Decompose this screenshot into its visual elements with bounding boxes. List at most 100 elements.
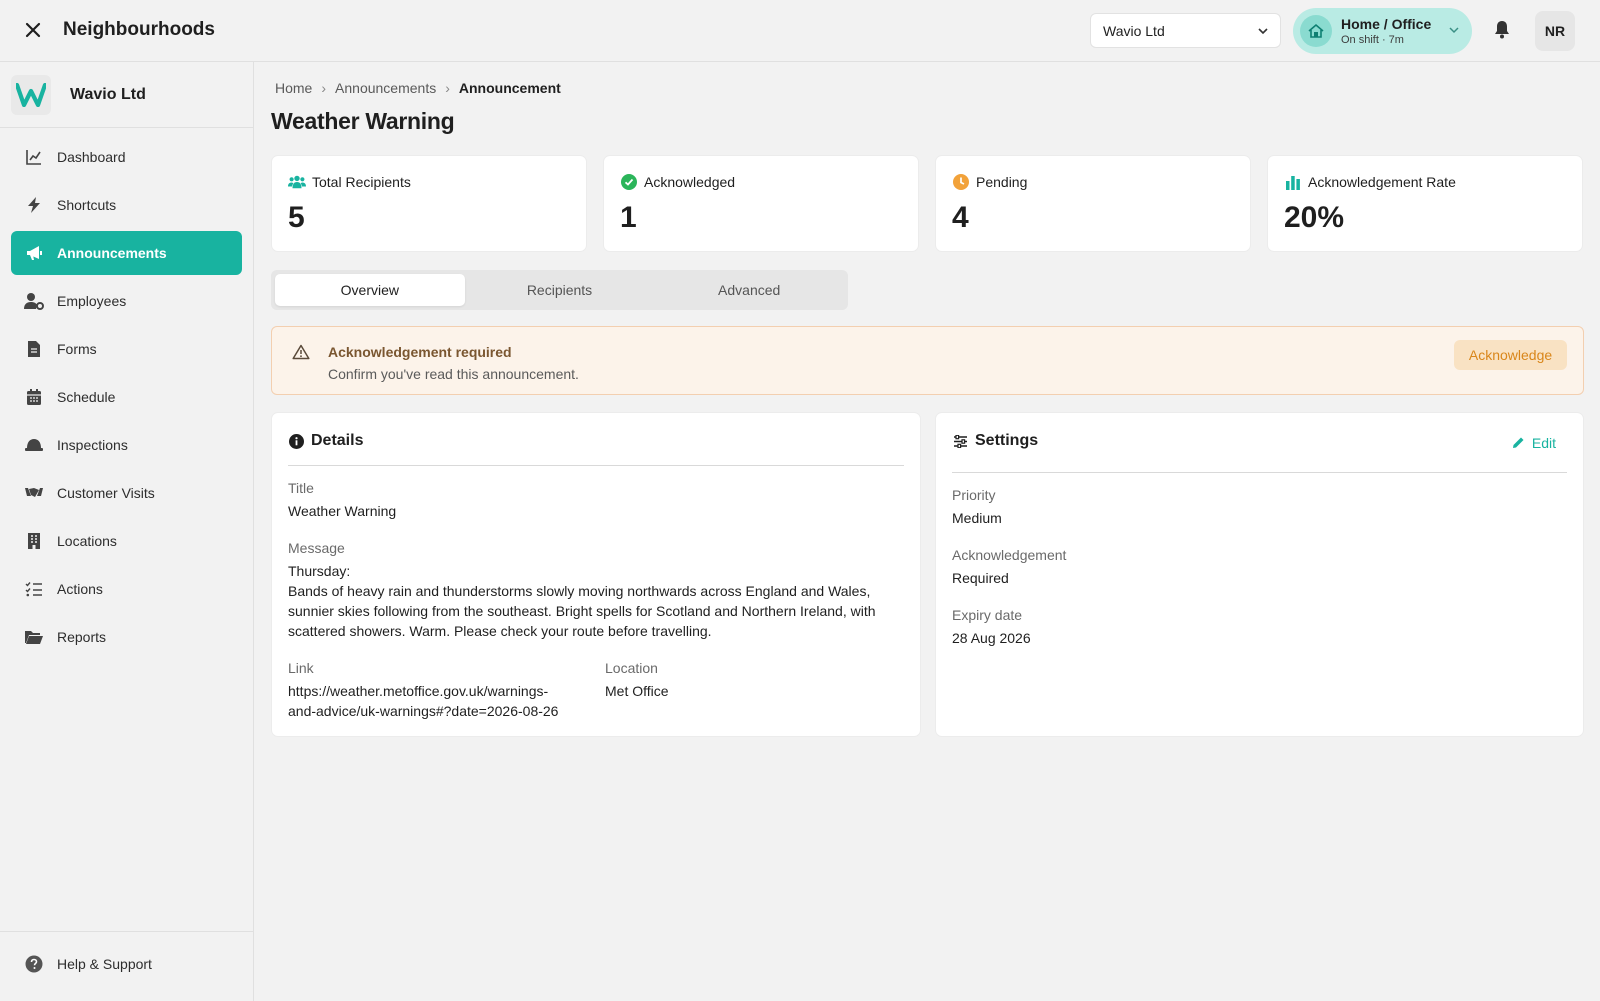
stat-value: 5 [288,201,305,234]
location-label: Location [605,660,658,676]
acknowledge-button[interactable]: Acknowledge [1454,340,1567,370]
sidebar-item-customer-visits[interactable]: Customer Visits [11,471,242,515]
check-circle-icon [620,173,638,191]
location-value: Met Office [605,683,669,699]
acknowledgement-alert: Acknowledgement required Confirm you've … [271,326,1584,395]
breadcrumb: Home › Announcements › Announcement [275,80,561,96]
sidebar-item-dashboard[interactable]: Dashboard [11,135,242,179]
calendar-icon [24,387,44,407]
tab-bar: Overview Recipients Advanced [271,270,848,310]
sidebar-item-label: Customer Visits [57,485,155,501]
priority-label: Priority [952,487,996,503]
sidebar-item-employees[interactable]: Employees [11,279,242,323]
expiry-date-value: 28 Aug 2026 [952,630,1031,646]
sidebar-item-label: Employees [57,293,127,309]
link-line: https://weather.metoffice.gov.uk/warning… [288,683,549,699]
handshake-icon [24,483,44,503]
sidebar-item-reports[interactable]: Reports [11,615,242,659]
chevron-down-icon [1449,27,1459,34]
stat-card-pending: Pending 4 [935,155,1251,252]
message-line: sunnier skies following from the southea… [288,603,876,619]
message-line: Bands of heavy rain and thunderstorms sl… [288,583,871,599]
message-line: Thursday: [288,563,351,579]
breadcrumb-current: Announcement [458,80,561,96]
breadcrumb-announcements[interactable]: Announcements [335,80,436,96]
main-content: Home › Announcements › Announcement Weat… [254,62,1600,1001]
details-card: Details Title Weather Warning Message Th… [271,412,921,737]
app-title: Neighbourhoods [63,19,215,40]
org-header[interactable]: Wavio Ltd [0,62,253,128]
stat-label: Acknowledged [644,174,736,190]
top-bar: Neighbourhoods Wavio Ltd Home / Office O… [0,0,1600,62]
sidebar: Wavio Ltd Dashboard Shortcuts Announceme… [0,62,254,1001]
stat-label: Total Recipients [312,174,411,190]
message-line: scattered showers. Warm. Please check yo… [288,623,712,639]
stat-card-acknowledged: Acknowledged 1 [603,155,919,252]
warning-icon [292,344,310,360]
sidebar-item-shortcuts[interactable]: Shortcuts [11,183,242,227]
shift-title: Home / Office [1341,16,1432,32]
sidebar-item-schedule[interactable]: Schedule [11,375,242,419]
user-avatar[interactable]: NR [1535,11,1575,51]
bolt-icon [24,195,44,215]
edit-label: Edit [1531,435,1556,451]
acknowledgement-value: Required [952,570,1009,586]
stat-card-acknowledgement-rate: Acknowledgement Rate 20% [1267,155,1583,252]
alert-message: Confirm you've read this announcement. [328,366,579,382]
org-logo [11,74,51,115]
home-office-icon [1300,15,1332,47]
details-heading: Details [311,432,364,449]
sidebar-item-label: Dashboard [57,149,126,165]
stat-value: 4 [952,201,969,234]
sidebar-item-label: Inspections [57,437,128,453]
acknowledgement-label: Acknowledgement [952,547,1067,563]
message-label: Message [288,540,345,556]
settings-card: Settings Edit Priority Medium Acknowledg… [935,412,1584,737]
notifications-button[interactable] [1491,18,1515,42]
divider [952,472,1567,473]
link-label: Link [288,660,314,676]
clock-icon [952,173,970,191]
sidebar-item-label: Forms [57,341,97,357]
pencil-icon [1511,436,1525,450]
sliders-icon [952,433,968,449]
sidebar-item-label: Shortcuts [57,197,117,213]
link-value[interactable]: https://weather.metoffice.gov.uk/warning… [288,681,588,721]
sidebar-item-label: Schedule [57,389,116,405]
sidebar-item-forms[interactable]: Forms [11,327,242,371]
breadcrumb-home[interactable]: Home [275,80,312,96]
file-icon [24,339,44,359]
chevron-down-icon [1258,28,1268,35]
page-title: Weather Warning [271,108,455,134]
tab-advanced[interactable]: Advanced [654,274,844,306]
help-support-link[interactable]: Help & Support [24,954,152,974]
expiry-date-label: Expiry date [952,607,1023,623]
settings-heading: Settings [975,432,1039,449]
hard-hat-icon [24,435,44,455]
question-circle-icon [24,954,44,974]
priority-value: Medium [952,510,1002,526]
sidebar-item-locations[interactable]: Locations [11,519,242,563]
shift-status-button[interactable]: Home / Office On shift · 7m [1293,8,1472,54]
close-button[interactable] [20,17,46,43]
building-icon [24,531,44,551]
org-select[interactable]: Wavio Ltd [1090,13,1281,48]
edit-settings-button[interactable]: Edit [1511,435,1556,451]
alert-title: Acknowledgement required [328,344,512,360]
tab-recipients[interactable]: Recipients [465,274,655,306]
stat-value: 20% [1284,201,1345,234]
stat-value: 1 [620,201,637,234]
sidebar-item-label: Announcements [57,245,167,261]
sidebar-item-inspections[interactable]: Inspections [11,423,242,467]
org-select-value: Wavio Ltd [1103,22,1165,39]
tab-overview[interactable]: Overview [275,274,465,306]
sidebar-item-label: Actions [57,581,103,597]
sidebar-nav: Dashboard Shortcuts Announcements Employ… [11,135,242,663]
divider [288,465,904,466]
sidebar-footer: Help & Support [0,931,253,1001]
sidebar-item-actions[interactable]: Actions [11,567,242,611]
message-value: Thursday: Bands of heavy rain and thunde… [288,561,908,641]
org-name: Wavio Ltd [70,85,146,103]
sidebar-item-announcements[interactable]: Announcements [11,231,242,275]
link-line: and-advice/uk-warnings#?date=2026-08-26 [288,703,559,719]
